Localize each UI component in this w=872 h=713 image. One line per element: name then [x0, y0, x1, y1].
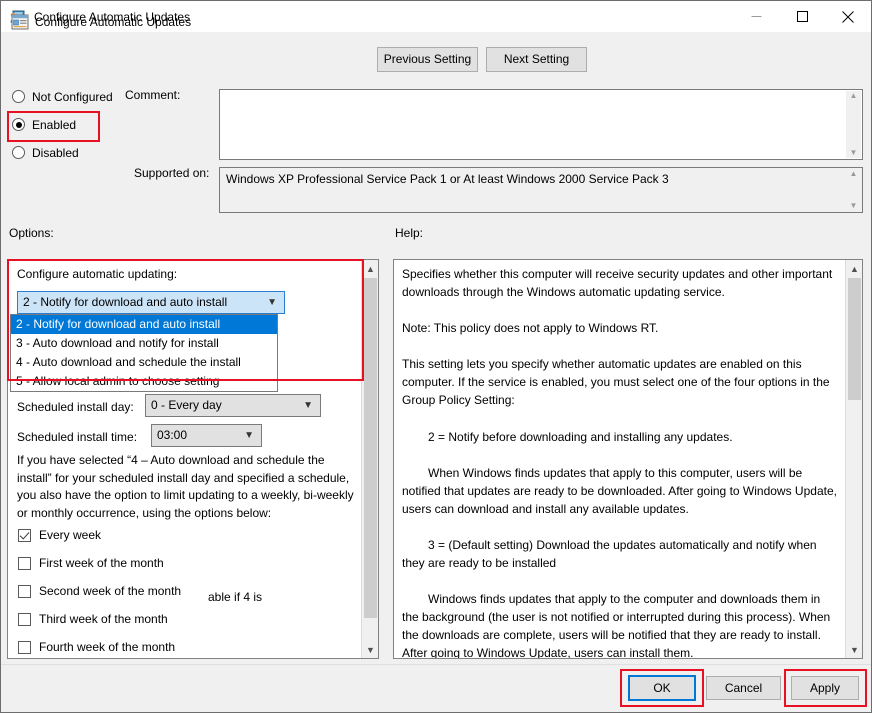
- checkbox-label-fourth-week: Fourth week of the month: [39, 640, 176, 654]
- checkbox-third-week[interactable]: Third week of the month: [18, 610, 168, 628]
- configure-updating-value: 2 - Notify for download and auto install: [23, 295, 228, 309]
- cancel-button[interactable]: Cancel: [706, 676, 781, 700]
- window-controls: [733, 1, 871, 32]
- radio-not-configured[interactable]: Not Configured: [11, 87, 113, 106]
- help-paragraph: Note: This policy does not apply to Wind…: [402, 321, 659, 336]
- radio-label-disabled: Disabled: [32, 145, 79, 160]
- configure-automatic-updates-dialog: Configure Automatic Updates Configure Au…: [0, 0, 872, 713]
- scheduled-install-time-label: Scheduled install time:: [17, 430, 138, 444]
- chevron-up-icon: ▲: [849, 169, 858, 178]
- checkbox-box-first-week: [18, 556, 31, 570]
- radio-circle-not-configured: [12, 90, 25, 103]
- next-setting-button[interactable]: Next Setting: [486, 47, 587, 72]
- scheduled-install-day-combobox[interactable]: 0 - Every day ▼: [145, 394, 321, 417]
- checkbox-box-second-week: [18, 584, 31, 598]
- chevron-down-icon[interactable]: ▼: [362, 641, 378, 658]
- scheduled-install-time-value: 03:00: [157, 428, 188, 442]
- help-scrollbar[interactable]: ▲ ▼: [845, 260, 862, 658]
- checkbox-label-second-week: Second week of the month: [39, 584, 182, 598]
- policy-setting-icon: [11, 13, 29, 31]
- schedule-note-text: If you have selected “4 – Auto download …: [17, 453, 354, 520]
- radio-circle-disabled: [12, 146, 25, 159]
- scheduled-install-day-value: 0 - Every day: [151, 398, 222, 412]
- help-scrollbar-thumb[interactable]: [848, 278, 861, 400]
- checkbox-first-week[interactable]: First week of the month: [18, 554, 164, 572]
- checkbox-box-every-week: [18, 528, 31, 542]
- checkbox-label-every-week: Every week: [39, 528, 102, 542]
- dropdown-item-2[interactable]: 2 - Notify for download and auto install: [11, 315, 277, 334]
- help-paragraph: This setting lets you specify whether au…: [402, 357, 830, 408]
- dropdown-item-5[interactable]: 5 - Allow local admin to choose setting: [11, 372, 277, 391]
- help-paragraph: When Windows finds updates that apply to…: [402, 465, 837, 516]
- chevron-up-icon: ▲: [849, 91, 858, 100]
- supported-on-value: Windows XP Professional Service Pack 1 o…: [226, 172, 669, 186]
- help-text: Specifies whether this computer will rec…: [402, 265, 839, 659]
- scheduled-install-time-combobox[interactable]: 03:00 ▼: [151, 424, 262, 447]
- maximize-icon[interactable]: [779, 1, 825, 32]
- setting-title: Configure Automatic Updates: [35, 15, 192, 29]
- help-label: Help:: [395, 226, 424, 240]
- dropdown-item-4[interactable]: 4 - Auto download and schedule the insta…: [11, 353, 277, 372]
- radio-circle-enabled: [12, 118, 25, 131]
- chevron-down-icon: ▼: [267, 297, 277, 308]
- comment-label: Comment:: [125, 88, 181, 102]
- checkbox-box-third-week: [18, 612, 31, 626]
- supported-on-field: Windows XP Professional Service Pack 1 o…: [219, 167, 863, 213]
- scheduled-install-day-label: Scheduled install day:: [17, 400, 134, 414]
- chevron-down-icon: ▼: [303, 400, 313, 411]
- comment-scrollbar[interactable]: ▲ ▼: [846, 91, 861, 158]
- configure-updating-combobox[interactable]: 2 - Notify for download and auto install…: [17, 291, 285, 314]
- supported-on-label: Supported on:: [134, 166, 210, 180]
- dropdown-item-3[interactable]: 3 - Auto download and notify for install: [11, 334, 277, 353]
- supported-scrollbar[interactable]: ▲ ▼: [846, 169, 861, 211]
- chevron-down-icon[interactable]: ▼: [846, 641, 862, 658]
- previous-setting-button[interactable]: Previous Setting: [377, 47, 478, 72]
- chevron-up-icon[interactable]: ▲: [362, 260, 378, 277]
- obscured-option-text: able if 4 is: [208, 590, 263, 604]
- chevron-down-icon: ▼: [849, 148, 858, 157]
- help-paragraph: 3 = (Default setting) Download the updat…: [402, 537, 817, 571]
- checkbox-label-first-week: First week of the month: [39, 556, 164, 570]
- apply-button[interactable]: Apply: [791, 676, 859, 700]
- chevron-up-icon[interactable]: ▲: [846, 260, 862, 277]
- options-scrollbar-thumb[interactable]: [364, 278, 377, 618]
- close-icon[interactable]: [825, 1, 871, 32]
- help-paragraph: Specifies whether this computer will rec…: [402, 267, 833, 300]
- checkbox-every-week[interactable]: Every week: [18, 526, 101, 544]
- help-paragraph: Windows finds updates that apply to the …: [402, 592, 831, 659]
- policy-state-group: Not Configured Enabled Disabled: [11, 87, 113, 171]
- chevron-down-icon: ▼: [244, 430, 254, 441]
- radio-label-enabled: Enabled: [32, 117, 77, 132]
- chevron-down-icon: ▼: [849, 201, 858, 210]
- options-scrollbar[interactable]: ▲ ▼: [361, 260, 378, 658]
- checkbox-box-fourth-week: [18, 640, 31, 654]
- radio-disabled[interactable]: Disabled: [11, 143, 113, 162]
- ok-button[interactable]: OK: [628, 675, 696, 701]
- radio-label-not-configured: Not Configured: [32, 89, 113, 104]
- options-label: Options:: [9, 226, 54, 240]
- checkbox-fourth-week[interactable]: Fourth week of the month: [18, 638, 175, 656]
- configure-updating-dropdown-list[interactable]: 2 - Notify for download and auto install…: [10, 314, 278, 392]
- minimize-icon[interactable]: [733, 1, 779, 32]
- checkbox-second-week[interactable]: Second week of the month: [18, 582, 181, 600]
- configure-updating-label: Configure automatic updating:: [17, 267, 178, 281]
- help-paragraph: 2 = Notify before downloading and instal…: [428, 429, 733, 444]
- help-pane: Specifies whether this computer will rec…: [393, 259, 863, 659]
- comment-input[interactable]: ▲ ▼: [219, 89, 863, 160]
- checkbox-label-third-week: Third week of the month: [39, 612, 168, 626]
- radio-enabled[interactable]: Enabled: [11, 115, 113, 134]
